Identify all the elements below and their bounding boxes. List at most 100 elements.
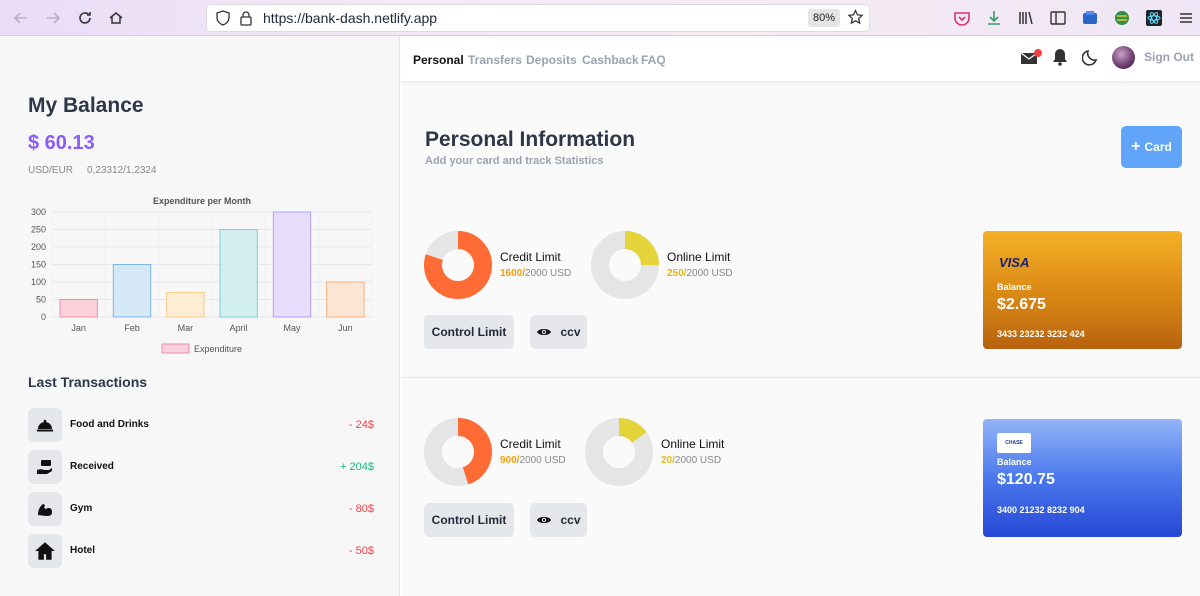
- card-number: 3433 23232 3232 424: [997, 329, 1085, 339]
- transaction-name: Received: [70, 461, 114, 472]
- control-limit-button[interactable]: Control Limit: [424, 503, 514, 537]
- credit-limit-value: 1600/2000 USD: [500, 268, 571, 279]
- ccv-label: ccv: [560, 513, 581, 527]
- credit-used: 900/: [500, 455, 520, 466]
- transaction-amount: - 24$: [348, 419, 374, 431]
- top-navigation: Personal Transfers Deposits Cashback FAQ…: [401, 36, 1200, 82]
- bar-mar[interactable]: [166, 292, 205, 318]
- visa-logo: VISA: [999, 255, 1030, 270]
- chase-card[interactable]: CHASE Balance $120.75 3400 21232 8232 90…: [983, 419, 1182, 537]
- online-limit-title: Online Limit: [667, 250, 731, 264]
- credit-limit-donut: [424, 231, 492, 299]
- card-balance-label: Balance: [997, 282, 1032, 292]
- transaction-amount: + 204$: [340, 461, 374, 473]
- add-card-button[interactable]: + Card: [1121, 126, 1182, 168]
- y-tick-label: 300: [31, 207, 46, 217]
- x-tick-label: Feb: [124, 323, 140, 333]
- transaction-name: Food and Drinks: [70, 419, 149, 430]
- transaction-row[interactable]: Gym - 80$: [28, 492, 374, 526]
- home-icon[interactable]: [106, 8, 126, 28]
- legend-label[interactable]: Expenditure: [194, 344, 242, 354]
- sidebar-toggle-icon[interactable]: [1049, 9, 1067, 27]
- chase-logo: CHASE: [997, 433, 1031, 453]
- online-limit-value: 250/2000 USD: [667, 268, 733, 279]
- online-limit-value: 20/2000 USD: [661, 455, 721, 466]
- transaction-amount: - 80$: [348, 503, 374, 515]
- url-text[interactable]: https://bank-dash.netlify.app: [263, 10, 437, 26]
- x-tick-label: April: [230, 323, 248, 333]
- bar-jun[interactable]: [326, 281, 365, 318]
- page-subtitle: Add your card and track Statistics: [425, 155, 604, 167]
- x-tick-label: Jan: [71, 323, 86, 333]
- online-used: 20/: [661, 455, 675, 466]
- balance-sidebar: My Balance $ 60.13 USD/EUR 0,23312/1,232…: [0, 36, 400, 596]
- reload-icon[interactable]: [75, 8, 95, 28]
- legend-swatch[interactable]: [161, 343, 190, 354]
- back-arrow-icon[interactable]: [11, 8, 31, 28]
- transactions-title: Last Transactions: [28, 374, 148, 390]
- mail-notification-icon[interactable]: [1020, 48, 1042, 68]
- x-tick-label: Mar: [178, 323, 194, 333]
- credit-used: 1600/: [500, 268, 526, 279]
- bar-feb[interactable]: [112, 264, 152, 318]
- credit-limit-value: 900/2000 USD: [500, 455, 566, 466]
- bar-april[interactable]: [219, 229, 258, 318]
- control-limit-button[interactable]: Control Limit: [424, 315, 514, 349]
- y-tick-label: 50: [36, 295, 46, 305]
- exchange-rate-label: USD/EUR: [28, 165, 74, 176]
- ccv-button[interactable]: ccv: [530, 315, 587, 349]
- food-cloche-icon: [28, 408, 62, 442]
- transaction-row[interactable]: Food and Drinks - 24$: [28, 408, 374, 442]
- credit-limit-title: Credit Limit: [500, 437, 561, 451]
- transaction-row[interactable]: Hotel - 50$: [28, 534, 374, 568]
- online-total: 2000 USD: [674, 455, 722, 466]
- main-content: Personal Transfers Deposits Cashback FAQ…: [401, 36, 1200, 596]
- sign-out-link[interactable]: Sign Out: [1144, 50, 1194, 64]
- chart-canvas: 300 250 200 150 100 50 0 Jan Feb Mar April May Jun Ex…: [31, 207, 373, 354]
- credit-limit-title: Credit Limit: [500, 250, 561, 264]
- x-tick-label: May: [283, 323, 301, 333]
- library-icon[interactable]: [1017, 9, 1035, 27]
- online-used: 250/: [667, 268, 687, 279]
- balance-title: My Balance: [28, 94, 144, 117]
- tab-faq[interactable]: FAQ: [641, 53, 666, 67]
- tab-deposits[interactable]: Deposits: [526, 53, 577, 67]
- pocket-icon[interactable]: [953, 9, 971, 27]
- transaction-row[interactable]: Received + 204$: [28, 450, 374, 484]
- zoom-level[interactable]: 80%: [808, 9, 840, 27]
- bar-jan[interactable]: [59, 299, 98, 318]
- page-title: Personal Information: [425, 128, 636, 151]
- dark-mode-moon-icon[interactable]: [1082, 48, 1100, 66]
- exchange-rate-value: 0,23312/1,2324: [87, 165, 157, 176]
- address-bar[interactable]: https://bank-dash.netlify.app 80%: [207, 5, 869, 31]
- tab-cashback[interactable]: Cashback: [582, 53, 639, 67]
- transaction-name: Gym: [70, 503, 93, 514]
- add-card-label: Card: [1144, 140, 1172, 154]
- online-limit-donut: [585, 418, 653, 486]
- extension-globe-icon[interactable]: [1113, 9, 1131, 27]
- shield-icon[interactable]: [215, 10, 231, 26]
- x-tick-label: Jun: [338, 323, 353, 333]
- bell-icon[interactable]: [1052, 48, 1068, 66]
- tab-transfers[interactable]: Transfers: [468, 53, 522, 67]
- container-extension-icon[interactable]: [1081, 9, 1099, 27]
- credit-total: 2000 USD: [519, 455, 566, 466]
- avatar[interactable]: [1112, 46, 1135, 69]
- card-number: 3400 21232 8232 904: [997, 505, 1085, 515]
- visa-card[interactable]: VISA Balance $2.675 3433 23232 3232 424: [983, 231, 1182, 349]
- hamburger-menu-icon[interactable]: [1177, 9, 1195, 27]
- react-devtools-icon[interactable]: [1145, 9, 1163, 27]
- forward-arrow-icon[interactable]: [43, 8, 63, 28]
- lock-icon[interactable]: [239, 10, 253, 26]
- balance-amount: $ 60.13: [28, 132, 95, 154]
- tab-personal[interactable]: Personal: [413, 53, 464, 67]
- bar-may[interactable]: [272, 211, 312, 318]
- bookmark-star-icon[interactable]: [847, 9, 864, 26]
- download-icon[interactable]: [985, 9, 1003, 27]
- online-limit-donut: [591, 231, 659, 299]
- house-icon: [28, 534, 62, 568]
- y-tick-label: 200: [31, 242, 46, 252]
- ccv-button[interactable]: ccv: [530, 503, 587, 537]
- eye-icon: [537, 329, 552, 335]
- ccv-label: ccv: [560, 325, 581, 339]
